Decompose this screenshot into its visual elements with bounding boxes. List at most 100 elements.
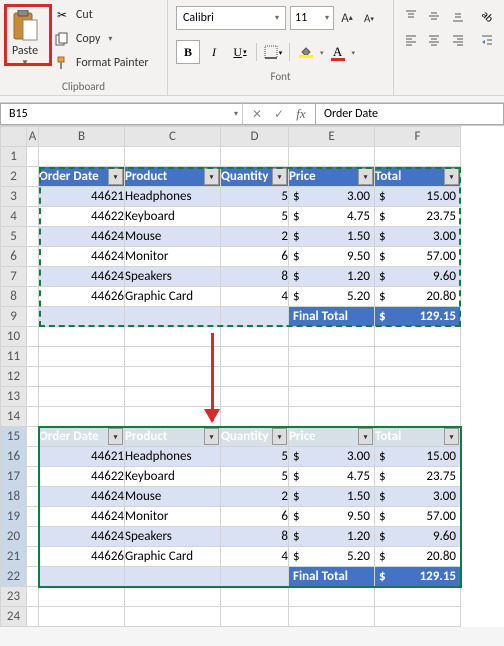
cell-E13[interactable] bbox=[289, 387, 375, 407]
chevron-down-icon[interactable]: ▾ bbox=[234, 109, 238, 119]
fill-color-button[interactable] bbox=[294, 40, 318, 64]
cell-A7[interactable] bbox=[27, 267, 39, 287]
cell-D21[interactable]: 4 bbox=[221, 547, 289, 567]
underline-button[interactable]: U▾ bbox=[228, 40, 252, 64]
spreadsheet-grid[interactable]: ABCDEF12Order Date▾Product▾Quantity▾Pric… bbox=[0, 126, 504, 627]
cell-C14[interactable] bbox=[125, 407, 221, 427]
formula-input[interactable]: Order Date bbox=[315, 103, 504, 125]
cell-F18[interactable]: $3.00 bbox=[375, 487, 461, 507]
cell-B6[interactable]: 44624 bbox=[39, 247, 125, 267]
cell-C22[interactable] bbox=[125, 567, 221, 587]
column-header-B[interactable]: B bbox=[39, 127, 125, 147]
cell-B10[interactable] bbox=[39, 327, 125, 347]
cell-A1[interactable] bbox=[27, 147, 39, 167]
row-header-4[interactable]: 4 bbox=[1, 207, 27, 227]
cell-E1[interactable] bbox=[289, 147, 375, 167]
cell-F21[interactable]: $20.80 bbox=[375, 547, 461, 567]
row-header-18[interactable]: 18 bbox=[1, 487, 27, 507]
column-header-C[interactable]: C bbox=[125, 127, 221, 147]
row-header-13[interactable]: 13 bbox=[1, 387, 27, 407]
cell-B17[interactable]: 44622 bbox=[39, 467, 125, 487]
column-header-F[interactable]: F bbox=[375, 127, 461, 147]
cell-C12[interactable] bbox=[125, 367, 221, 387]
cell-D18[interactable]: 2 bbox=[221, 487, 289, 507]
filter-icon[interactable]: ▾ bbox=[358, 428, 373, 445]
cell-D22[interactable] bbox=[221, 567, 289, 587]
cell-F16[interactable]: $15.00 bbox=[375, 447, 461, 467]
cell-A22[interactable] bbox=[27, 567, 39, 587]
row-header-5[interactable]: 5 bbox=[1, 227, 27, 247]
cell-B23[interactable] bbox=[39, 587, 125, 607]
row-header-12[interactable]: 12 bbox=[1, 367, 27, 387]
chevron-down-icon[interactable]: ▾ bbox=[325, 13, 329, 23]
cell-B22[interactable] bbox=[39, 567, 125, 587]
final-total-label[interactable]: Final Total bbox=[289, 567, 375, 587]
cell-E3[interactable]: $3.00 bbox=[289, 187, 375, 207]
chevron-down-icon[interactable]: ▾ bbox=[352, 48, 356, 57]
cell-D8[interactable]: 4 bbox=[221, 287, 289, 307]
cell-E16[interactable]: $3.00 bbox=[289, 447, 375, 467]
row-header-21[interactable]: 21 bbox=[1, 547, 27, 567]
cell-C6[interactable]: Monitor bbox=[125, 247, 221, 267]
cancel-formula-button[interactable]: ✕ bbox=[247, 104, 267, 124]
row-header-2[interactable]: 2 bbox=[1, 167, 27, 187]
cell-A17[interactable] bbox=[27, 467, 39, 487]
row-header-10[interactable]: 10 bbox=[1, 327, 27, 347]
cell-F11[interactable] bbox=[375, 347, 461, 367]
cell-E12[interactable] bbox=[289, 367, 375, 387]
cell-F19[interactable]: $57.00 bbox=[375, 507, 461, 527]
cell-B1[interactable] bbox=[39, 147, 125, 167]
cell-C3[interactable]: Headphones bbox=[125, 187, 221, 207]
cell-F8[interactable]: $20.80 bbox=[375, 287, 461, 307]
cell-B24[interactable] bbox=[39, 607, 125, 627]
cell-A5[interactable] bbox=[27, 227, 39, 247]
filter-icon[interactable]: ▾ bbox=[108, 428, 123, 445]
final-total-label[interactable]: Final Total bbox=[289, 307, 375, 327]
cell-A10[interactable] bbox=[27, 327, 39, 347]
filter-icon[interactable]: ▾ bbox=[108, 168, 123, 185]
table-header-quantity[interactable]: Quantity▾ bbox=[221, 427, 289, 447]
borders-button[interactable]: ▾ bbox=[261, 40, 285, 64]
table-header-quantity[interactable]: Quantity▾ bbox=[221, 167, 289, 187]
cell-D5[interactable]: 2 bbox=[221, 227, 289, 247]
cell-F1[interactable] bbox=[375, 147, 461, 167]
cell-D20[interactable]: 8 bbox=[221, 527, 289, 547]
cell-D6[interactable]: 6 bbox=[221, 247, 289, 267]
cell-A15[interactable] bbox=[27, 427, 39, 447]
italic-button[interactable]: I bbox=[202, 40, 226, 64]
cell-E20[interactable]: $1.20 bbox=[289, 527, 375, 547]
cell-A4[interactable] bbox=[27, 207, 39, 227]
row-header-15[interactable]: 15 bbox=[1, 427, 27, 447]
cell-D13[interactable] bbox=[221, 387, 289, 407]
cell-F3[interactable]: $15.00 bbox=[375, 187, 461, 207]
bold-button[interactable]: B bbox=[176, 40, 200, 64]
chevron-down-icon[interactable]: ▾ bbox=[275, 13, 279, 23]
cell-E6[interactable]: $9.50 bbox=[289, 247, 375, 267]
align-middle-button[interactable] bbox=[424, 6, 446, 26]
row-header-3[interactable]: 3 bbox=[1, 187, 27, 207]
cell-C8[interactable]: Graphic Card bbox=[125, 287, 221, 307]
table-header-total[interactable]: Total▾ bbox=[375, 167, 461, 187]
cell-F4[interactable]: $23.75 bbox=[375, 207, 461, 227]
final-total-value[interactable]: $129.15 bbox=[375, 307, 461, 327]
cell-F6[interactable]: $57.00 bbox=[375, 247, 461, 267]
cell-A11[interactable] bbox=[27, 347, 39, 367]
cell-A19[interactable] bbox=[27, 507, 39, 527]
cell-E4[interactable]: $4.75 bbox=[289, 207, 375, 227]
cell-A14[interactable] bbox=[27, 407, 39, 427]
cell-B16[interactable]: 44621 bbox=[39, 447, 125, 467]
cell-B7[interactable]: 44624 bbox=[39, 267, 125, 287]
column-header-E[interactable]: E bbox=[289, 127, 375, 147]
table-header-product[interactable]: Product▾ bbox=[125, 167, 221, 187]
cell-C23[interactable] bbox=[125, 587, 221, 607]
cell-B9[interactable] bbox=[39, 307, 125, 327]
cell-C5[interactable]: Mouse bbox=[125, 227, 221, 247]
filter-icon[interactable]: ▾ bbox=[358, 168, 373, 185]
table-header-order-date[interactable]: Order Date▾ bbox=[39, 427, 125, 447]
increase-font-button[interactable]: A▴ bbox=[338, 9, 356, 27]
cell-E7[interactable]: $1.20 bbox=[289, 267, 375, 287]
table-header-price[interactable]: Price▾ bbox=[289, 167, 375, 187]
cell-D11[interactable] bbox=[221, 347, 289, 367]
accept-formula-button[interactable]: ✓ bbox=[269, 104, 289, 124]
row-header-14[interactable]: 14 bbox=[1, 407, 27, 427]
